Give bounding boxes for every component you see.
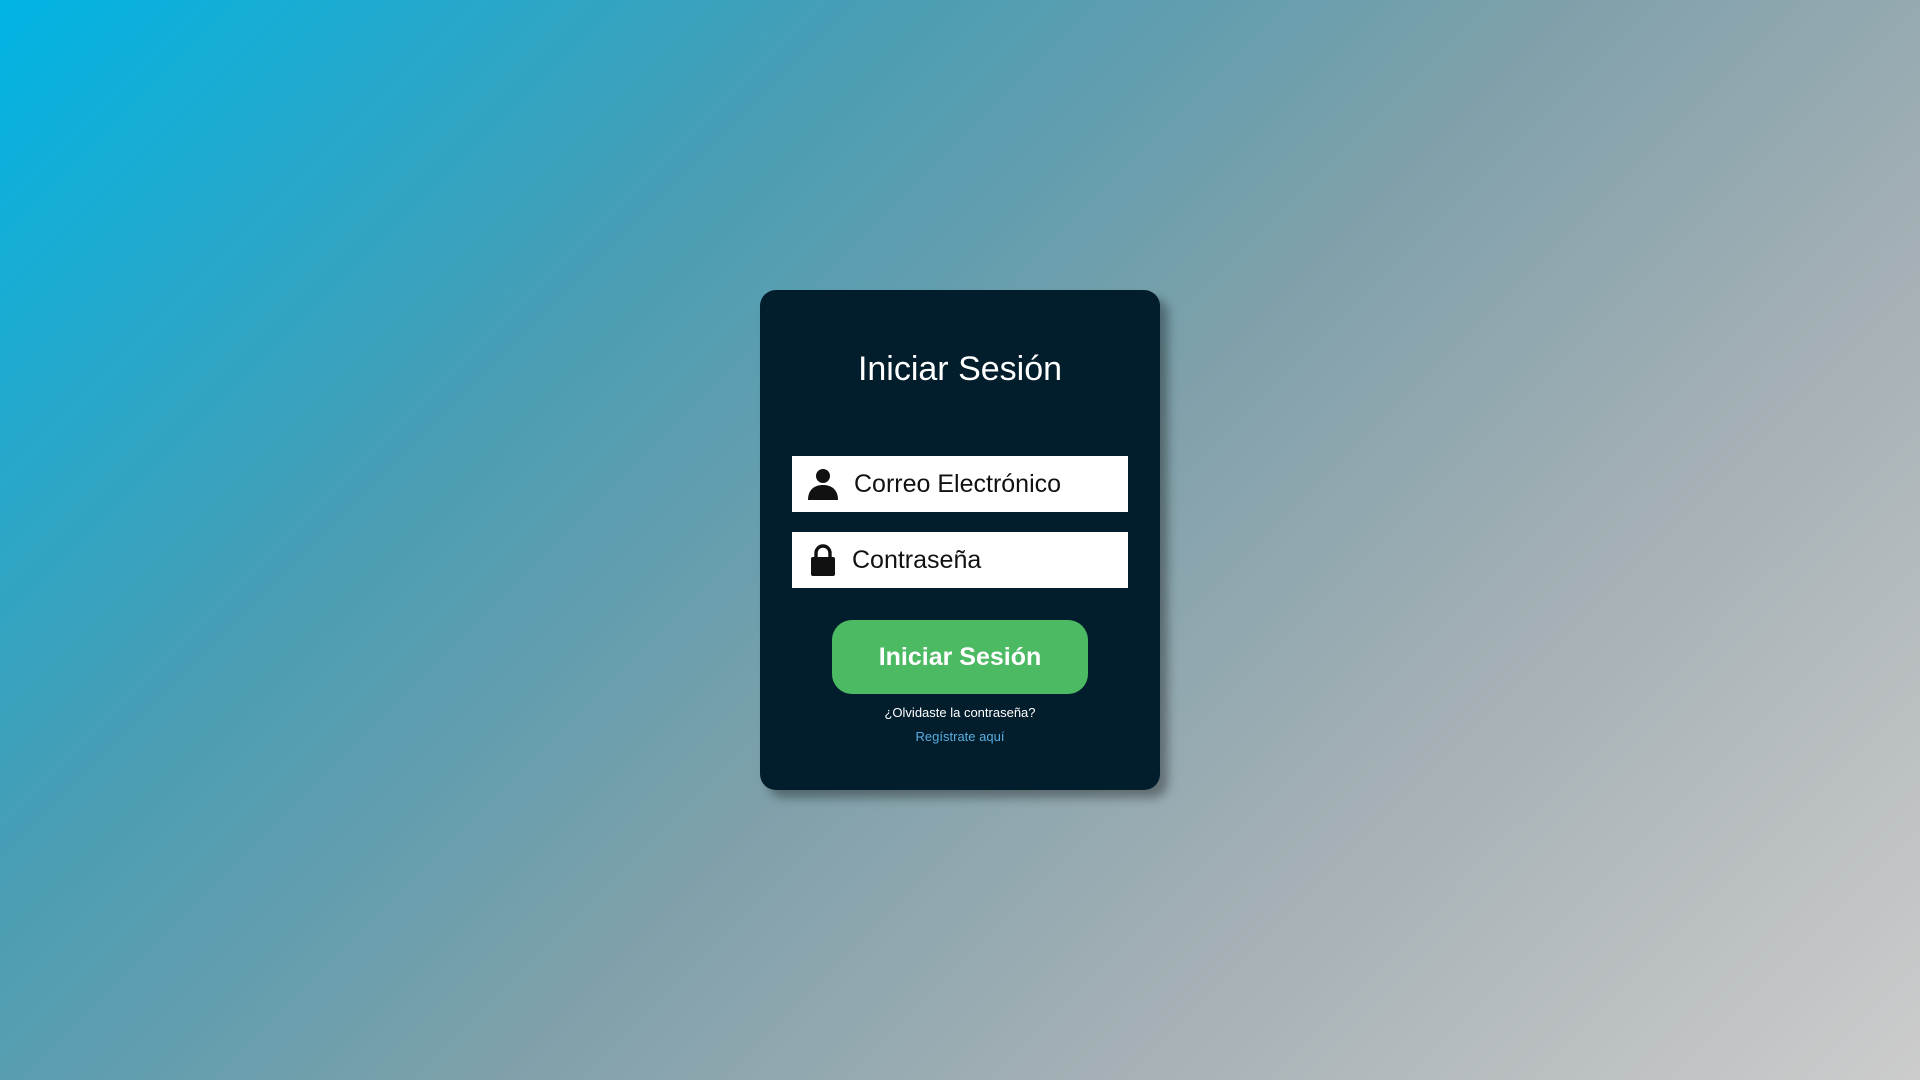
password-field[interactable] — [792, 532, 1128, 588]
lock-icon — [806, 543, 840, 577]
forgot-password-link[interactable]: ¿Olvidaste la contraseña? — [760, 705, 1160, 720]
email-input[interactable] — [854, 456, 1120, 512]
login-card: Iniciar Sesión Iniciar Sesión ¿Olvidaste… — [760, 290, 1160, 790]
login-button[interactable]: Iniciar Sesión — [832, 620, 1088, 694]
login-title: Iniciar Sesión — [857, 350, 1063, 388]
password-input[interactable] — [852, 532, 1118, 588]
user-icon — [806, 467, 840, 501]
email-field[interactable] — [792, 456, 1128, 512]
register-link[interactable]: Regístrate aquí — [760, 729, 1160, 744]
